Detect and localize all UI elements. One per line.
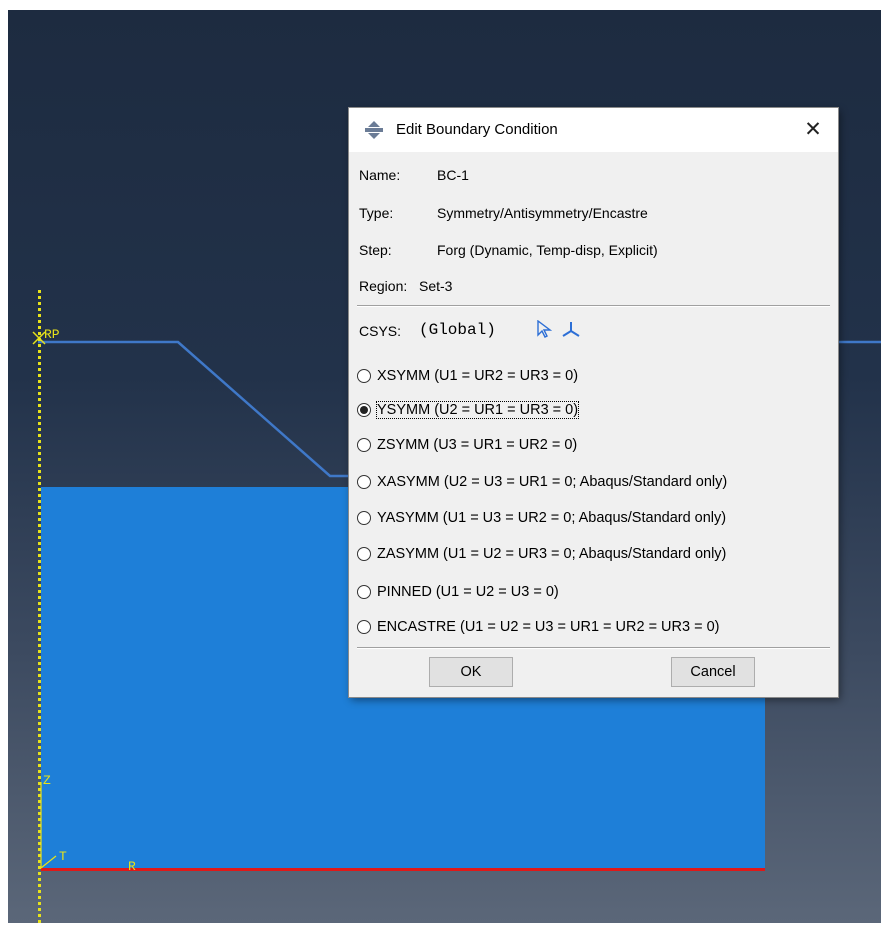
region-label: Region:: [359, 278, 408, 294]
radio-icon[interactable]: [357, 547, 371, 561]
option-zasymm[interactable]: ZASYMM (U1 = U2 = UR3 = 0; Abaqus/Standa…: [357, 542, 726, 566]
option-label: XASYMM (U2 = U3 = UR1 = 0; Abaqus/Standa…: [377, 474, 728, 490]
z-axis-label: Z: [43, 773, 51, 788]
option-xasymm[interactable]: XASYMM (U2 = U3 = UR1 = 0; Abaqus/Standa…: [357, 470, 727, 494]
option-ysymm[interactable]: YSYMM (U2 = UR1 = UR3 = 0): [357, 398, 580, 422]
cancel-button[interactable]: Cancel: [671, 657, 755, 687]
radio-icon[interactable]: [357, 438, 371, 452]
radio-selected-icon[interactable]: [357, 403, 371, 417]
option-yasymm[interactable]: YASYMM (U1 = U3 = UR2 = 0; Abaqus/Standa…: [357, 506, 726, 530]
edit-boundary-condition-dialog: Edit Boundary Condition ✕ Name: BC-1 Typ…: [349, 108, 838, 697]
csys-axes-icon[interactable]: [561, 320, 581, 342]
close-button[interactable]: ✕: [798, 116, 828, 144]
option-encastre[interactable]: ENCASTRE (U1 = U2 = U3 = UR1 = UR2 = UR3…: [357, 615, 720, 639]
option-xsymm[interactable]: XSYMM (U1 = UR2 = UR3 = 0): [357, 364, 578, 388]
option-label: ENCASTRE (U1 = U2 = U3 = UR1 = UR2 = UR3…: [377, 619, 720, 635]
separator: [357, 305, 830, 307]
rp-label: RP: [44, 327, 60, 342]
option-label: PINNED (U1 = U2 = U3 = 0): [377, 584, 559, 600]
radio-icon[interactable]: [357, 585, 371, 599]
dialog-titlebar[interactable]: Edit Boundary Condition ✕: [349, 108, 838, 152]
type-label: Type:: [359, 205, 394, 221]
option-label: ZASYMM (U1 = U2 = UR3 = 0; Abaqus/Standa…: [377, 546, 727, 562]
step-label: Step:: [359, 242, 392, 258]
step-value: Forg (Dynamic, Temp-disp, Explicit): [437, 242, 658, 258]
name-label: Name:: [359, 167, 401, 183]
name-value: BC-1: [437, 167, 469, 183]
select-arrow-icon[interactable]: [536, 319, 553, 342]
radio-icon[interactable]: [357, 620, 371, 634]
r-axis-label: R: [128, 859, 136, 874]
t-axis-label: T: [59, 849, 67, 864]
ok-button[interactable]: OK: [429, 657, 513, 687]
csys-value: (Global): [419, 321, 496, 339]
option-pinned[interactable]: PINNED (U1 = U2 = U3 = 0): [357, 580, 559, 604]
separator: [357, 647, 830, 649]
csys-label: CSYS:: [359, 323, 402, 339]
option-label: YSYMM (U2 = UR1 = UR3 = 0): [375, 401, 580, 419]
type-value: Symmetry/Antisymmetry/Encastre: [437, 205, 648, 221]
option-label: ZSYMM (U3 = UR1 = UR2 = 0): [377, 437, 578, 453]
option-label: XSYMM (U1 = UR2 = UR3 = 0): [377, 368, 579, 384]
boundary-condition-icon: [364, 121, 384, 143]
dialog-title: Edit Boundary Condition: [396, 121, 558, 138]
region-value: Set-3: [419, 278, 453, 294]
option-label: YASYMM (U1 = U3 = UR2 = 0; Abaqus/Standa…: [377, 510, 727, 526]
radio-icon[interactable]: [357, 369, 371, 383]
radio-icon[interactable]: [357, 511, 371, 525]
radio-icon[interactable]: [357, 475, 371, 489]
option-zsymm[interactable]: ZSYMM (U3 = UR1 = UR2 = 0): [357, 433, 577, 457]
